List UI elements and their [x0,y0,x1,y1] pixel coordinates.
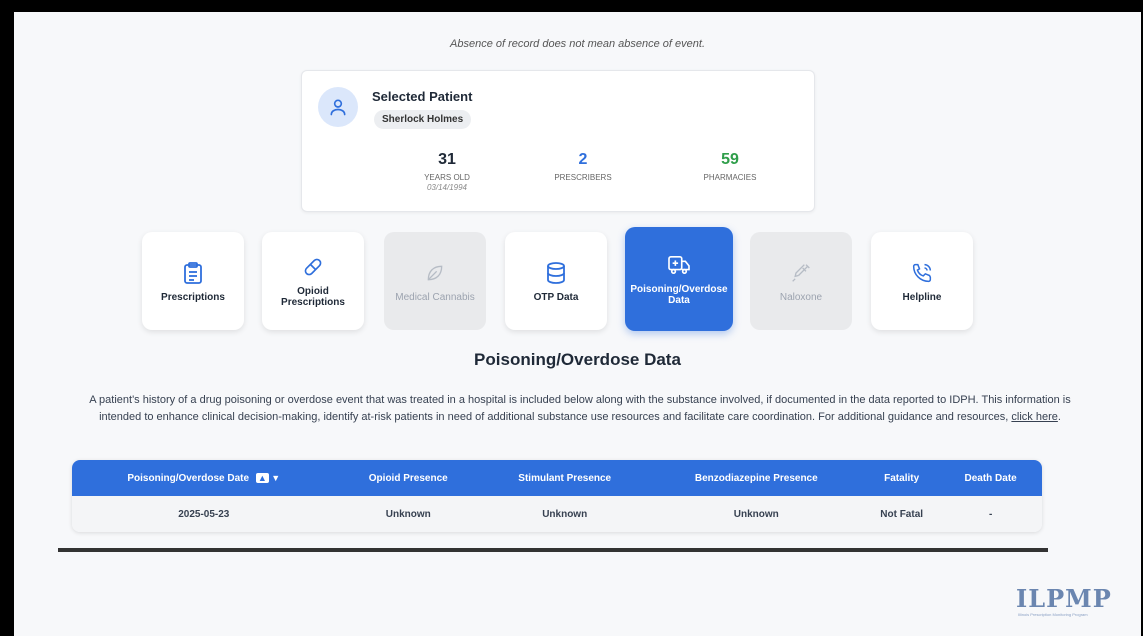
pill-icon [302,254,324,280]
patient-name-badge: Sherlock Holmes [374,110,472,129]
age-value: 31 [438,151,456,168]
database-icon [546,260,566,286]
sort-descending-icon[interactable]: ▼ [271,473,280,483]
overdose-table: Poisoning/Overdose Date ▲ ▼ Opioid Prese… [72,460,1042,532]
sort-controls[interactable]: ▲ ▼ [255,472,280,483]
column-header-stimulant: Stimulant Presence [480,460,649,496]
table-cell-date: 2025-05-23 [72,496,336,532]
tile-poisoning-overdose-data[interactable]: Poisoning/Overdose Data [625,227,733,331]
ambulance-icon [668,252,690,278]
guidance-link[interactable]: click here [1011,411,1057,423]
table-row: 2025-05-23 Unknown Unknown Unknown Not F… [72,496,1042,532]
tile-helpline[interactable]: Helpline [871,232,973,330]
table-cell-opioid: Unknown [335,496,481,532]
tile-prescriptions[interactable]: Prescriptions [142,232,244,330]
tile-label: Medical Cannabis [395,291,475,303]
pharmacies-label: PHARMACIES [703,173,757,182]
prescribers-label: PRESCRIBERS [554,173,612,182]
column-header-date[interactable]: Poisoning/Overdose Date ▲ ▼ [72,460,336,496]
prescribers-value: 2 [578,151,588,168]
patient-card: Selected Patient Sherlock Holmes 31 YEAR… [301,70,815,212]
tile-opioid-prescriptions[interactable]: Opioid Prescriptions [262,232,364,330]
app-viewport: Absence of record does not mean absence … [14,12,1141,636]
tile-medical-cannabis[interactable]: Medical Cannabis [384,232,486,330]
phone-icon [912,260,932,286]
column-header-opioid: Opioid Presence [335,460,481,496]
tile-label: Prescriptions [161,291,225,303]
description-text: A patient's history of a drug poisoning … [89,394,1071,423]
tile-label: Poisoning/Overdose Data [630,284,728,306]
column-header-benzodiazepine: Benzodiazepine Presence [648,460,865,496]
section-title: Poisoning/Overdose Data [474,350,681,369]
age-label: YEARS OLD [424,173,470,182]
table-cell-fatality: Not Fatal [864,496,940,532]
horizontal-divider [58,548,1048,552]
tile-naloxone[interactable]: Naloxone [750,232,852,330]
date-of-birth: 03/14/1994 [426,183,468,192]
table-cell-death-date: - [939,496,1042,532]
sort-ascending-icon[interactable]: ▲ [255,472,269,483]
pharmacies-value: 59 [721,151,739,168]
table-cell-benzodiazepine: Unknown [648,496,865,532]
tile-label: Helpline [902,291,942,303]
column-header-label: Poisoning/Overdose Date [127,472,250,484]
column-header-death-date: Death Date [939,460,1042,496]
table-cell-stimulant: Unknown [480,496,649,532]
tile-label: Opioid Prescriptions [281,286,345,308]
pharmacies-stat: 59 PHARMACIES [675,151,785,182]
table-header-row: Poisoning/Overdose Date ▲ ▼ Opioid Prese… [72,460,1042,496]
tile-label: Naloxone [779,291,823,303]
logo-tagline: Illinois Prescription Monitoring Program [1018,612,1088,617]
disclaimer-text: Absence of record does not mean absence … [450,38,705,50]
age-stat: 31 YEARS OLD 03/14/1994 [392,151,502,192]
section-description: A patient's history of a drug poisoning … [70,392,1090,426]
tile-otp-data[interactable]: OTP Data [505,232,607,330]
patient-heading: Selected Patient [372,89,473,104]
prescribers-stat: 2 PRESCRIBERS [528,151,638,182]
description-suffix: . [1057,411,1061,423]
leaf-icon [425,260,445,286]
tile-label: OTP Data [533,291,579,303]
user-icon [318,87,358,127]
column-header-fatality: Fatality [864,460,940,496]
clipboard-icon [183,260,203,286]
ilpmp-logo: ILPMP [1016,584,1112,613]
syringe-icon [791,260,811,286]
